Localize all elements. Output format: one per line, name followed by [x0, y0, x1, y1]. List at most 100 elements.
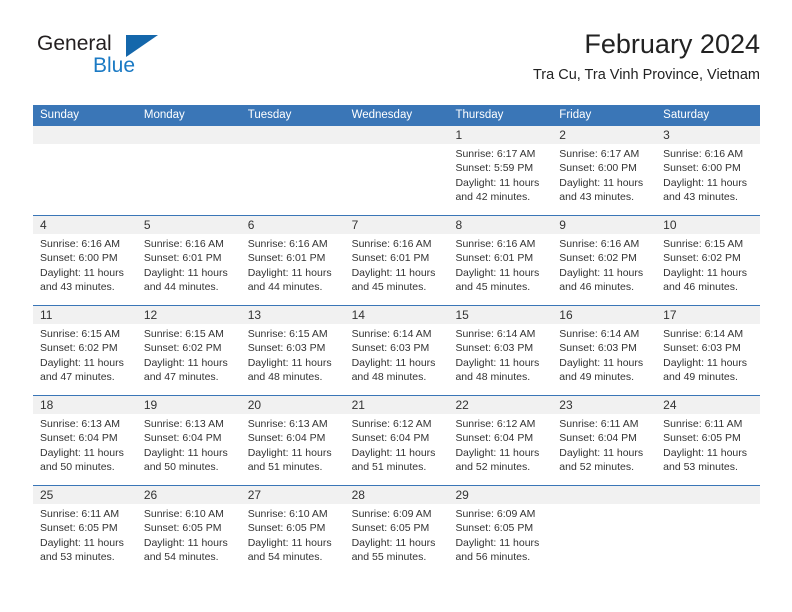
sunrise-text: Sunrise: 6:15 AM [247, 328, 328, 340]
day-cell[interactable]: 17 Sunrise: 6:14 AM Sunset: 6:03 PM Dayl… [656, 306, 761, 395]
daylight-text: Daylight: 11 hours and 54 minutes. [143, 536, 228, 564]
day-info: Sunrise: 6:13 AM Sunset: 6:04 PM Dayligh… [137, 414, 241, 475]
day-cell[interactable]: 23 Sunrise: 6:11 AM Sunset: 6:04 PM Dayl… [552, 396, 657, 485]
sunset-text: Sunset: 6:05 PM [351, 522, 430, 535]
day-cell[interactable]: 8 Sunrise: 6:16 AM Sunset: 6:01 PM Dayli… [448, 216, 553, 305]
day-number: 16 [559, 308, 573, 322]
day-cell[interactable]: 1 Sunrise: 6:17 AM Sunset: 5:59 PM Dayli… [448, 126, 553, 215]
day-cell[interactable]: 16 Sunrise: 6:14 AM Sunset: 6:03 PM Dayl… [552, 306, 657, 395]
day-cell[interactable]: 11 Sunrise: 6:15 AM Sunset: 6:02 PM Dayl… [33, 306, 137, 395]
daylight-text: Daylight: 11 hours and 51 minutes. [247, 446, 332, 474]
sunrise-text: Sunrise: 6:09 AM [351, 508, 432, 520]
day-number: 3 [663, 128, 670, 142]
day-info: Sunrise: 6:16 AM Sunset: 6:01 PM Dayligh… [345, 234, 449, 295]
day-cell[interactable]: 7 Sunrise: 6:16 AM Sunset: 6:01 PM Dayli… [344, 216, 449, 305]
day-cell[interactable]: 5 Sunrise: 6:16 AM Sunset: 6:01 PM Dayli… [136, 216, 241, 305]
weekday-header-monday: Monday [143, 109, 185, 121]
day-number-band: 10 [656, 216, 761, 234]
day-cell[interactable]: 18 Sunrise: 6:13 AM Sunset: 6:04 PM Dayl… [33, 396, 137, 485]
sunrise-text: Sunrise: 6:15 AM [663, 238, 744, 250]
daylight-text: Daylight: 11 hours and 47 minutes. [143, 356, 228, 384]
day-cell[interactable]: 10 Sunrise: 6:15 AM Sunset: 6:02 PM Dayl… [656, 216, 761, 305]
generalblue-logo[interactable]: General Blue [33, 32, 243, 96]
day-cell[interactable]: 29 Sunrise: 6:09 AM Sunset: 6:05 PM Dayl… [448, 486, 553, 575]
day-number-band [344, 126, 449, 144]
day-cell[interactable]: 4 Sunrise: 6:16 AM Sunset: 6:00 PM Dayli… [33, 216, 137, 305]
daylight-text: Daylight: 11 hours and 51 minutes. [351, 446, 436, 474]
daylight-text: Daylight: 11 hours and 53 minutes. [663, 446, 748, 474]
day-cell[interactable]: 27 Sunrise: 6:10 AM Sunset: 6:05 PM Dayl… [240, 486, 345, 575]
day-cell[interactable]: 25 Sunrise: 6:11 AM Sunset: 6:05 PM Dayl… [33, 486, 137, 575]
day-number-band: 4 [33, 216, 137, 234]
day-info: Sunrise: 6:16 AM Sunset: 6:01 PM Dayligh… [241, 234, 345, 295]
sunset-text: Sunset: 6:05 PM [663, 432, 741, 445]
day-cell[interactable]: 12 Sunrise: 6:15 AM Sunset: 6:02 PM Dayl… [136, 306, 241, 395]
week-row: 4 Sunrise: 6:16 AM Sunset: 6:00 PM Dayli… [33, 215, 761, 305]
page-title: February 2024 [584, 29, 760, 59]
daylight-text: Daylight: 11 hours and 43 minutes. [559, 176, 644, 204]
daylight-text: Daylight: 11 hours and 44 minutes. [143, 266, 228, 294]
day-cell[interactable]: 13 Sunrise: 6:15 AM Sunset: 6:03 PM Dayl… [240, 306, 345, 395]
day-cell[interactable]: 2 Sunrise: 6:17 AM Sunset: 6:00 PM Dayli… [552, 126, 657, 215]
day-cell[interactable]: 20 Sunrise: 6:13 AM Sunset: 6:04 PM Dayl… [240, 396, 345, 485]
day-number: 9 [559, 218, 566, 232]
day-cell[interactable]: 22 Sunrise: 6:12 AM Sunset: 6:04 PM Dayl… [448, 396, 553, 485]
day-cell[interactable]: 24 Sunrise: 6:11 AM Sunset: 6:05 PM Dayl… [656, 396, 761, 485]
day-info: Sunrise: 6:16 AM Sunset: 6:02 PM Dayligh… [552, 234, 656, 295]
day-info: Sunrise: 6:17 AM Sunset: 5:59 PM Dayligh… [448, 144, 552, 205]
day-info [137, 144, 241, 147]
day-cell[interactable]: 6 Sunrise: 6:16 AM Sunset: 6:01 PM Dayli… [240, 216, 345, 305]
day-cell [136, 126, 241, 215]
daylight-text: Daylight: 11 hours and 48 minutes. [455, 356, 540, 384]
day-number: 21 [351, 398, 365, 412]
day-cell[interactable]: 3 Sunrise: 6:16 AM Sunset: 6:00 PM Dayli… [656, 126, 761, 215]
day-cell[interactable]: 9 Sunrise: 6:16 AM Sunset: 6:02 PM Dayli… [552, 216, 657, 305]
daylight-text: Daylight: 11 hours and 43 minutes. [663, 176, 748, 204]
day-cell[interactable]: 14 Sunrise: 6:14 AM Sunset: 6:03 PM Dayl… [344, 306, 449, 395]
day-info: Sunrise: 6:13 AM Sunset: 6:04 PM Dayligh… [241, 414, 345, 475]
day-number: 6 [247, 218, 255, 232]
week-row: 11 Sunrise: 6:15 AM Sunset: 6:02 PM Dayl… [33, 305, 761, 395]
sunrise-text: Sunrise: 6:11 AM [40, 508, 120, 520]
day-number: 20 [247, 398, 262, 412]
sunrise-text: Sunrise: 6:11 AM [663, 418, 743, 430]
day-info: Sunrise: 6:15 AM Sunset: 6:02 PM Dayligh… [137, 324, 241, 385]
day-cell[interactable]: 19 Sunrise: 6:13 AM Sunset: 6:04 PM Dayl… [136, 396, 241, 485]
day-number-band: 24 [656, 396, 761, 414]
sunrise-text: Sunrise: 6:16 AM [455, 238, 536, 250]
sunrise-text: Sunrise: 6:16 AM [247, 238, 328, 250]
day-number-band: 15 [448, 306, 553, 324]
sunset-text: Sunset: 6:02 PM [40, 342, 118, 355]
sunset-text: Sunset: 6:01 PM [455, 252, 534, 265]
daylight-text: Daylight: 11 hours and 48 minutes. [247, 356, 332, 384]
day-info [33, 144, 137, 147]
day-cell[interactable]: 28 Sunrise: 6:09 AM Sunset: 6:05 PM Dayl… [344, 486, 449, 575]
sunrise-text: Sunrise: 6:13 AM [143, 418, 224, 430]
daylight-text: Daylight: 11 hours and 50 minutes. [143, 446, 228, 474]
day-info [552, 504, 656, 507]
day-number: 2 [559, 128, 566, 142]
daylight-text: Daylight: 11 hours and 44 minutes. [247, 266, 332, 294]
day-number-band: 2 [552, 126, 657, 144]
day-number-band [240, 126, 345, 144]
day-info: Sunrise: 6:14 AM Sunset: 6:03 PM Dayligh… [656, 324, 760, 385]
daylight-text: Daylight: 11 hours and 52 minutes. [455, 446, 540, 474]
day-number-band [33, 126, 137, 144]
sunrise-text: Sunrise: 6:12 AM [455, 418, 536, 430]
day-info: Sunrise: 6:15 AM Sunset: 6:03 PM Dayligh… [241, 324, 345, 385]
sunset-text: Sunset: 6:05 PM [247, 522, 326, 535]
sunrise-text: Sunrise: 6:10 AM [143, 508, 224, 520]
day-cell[interactable]: 26 Sunrise: 6:10 AM Sunset: 6:05 PM Dayl… [136, 486, 241, 575]
day-cell[interactable]: 21 Sunrise: 6:12 AM Sunset: 6:04 PM Dayl… [344, 396, 449, 485]
daylight-text: Daylight: 11 hours and 53 minutes. [40, 536, 124, 564]
logo-text-blue: Blue [93, 54, 136, 77]
sunrise-text: Sunrise: 6:10 AM [247, 508, 328, 520]
day-info: Sunrise: 6:16 AM Sunset: 6:00 PM Dayligh… [33, 234, 137, 295]
day-number-band: 16 [552, 306, 657, 324]
weekday-header-friday: Friday [559, 109, 592, 121]
sunrise-text: Sunrise: 6:12 AM [351, 418, 432, 430]
day-cell[interactable]: 15 Sunrise: 6:14 AM Sunset: 6:03 PM Dayl… [448, 306, 553, 395]
day-number-band [552, 486, 657, 504]
day-number-band: 6 [240, 216, 345, 234]
day-number-band: 1 [448, 126, 553, 144]
